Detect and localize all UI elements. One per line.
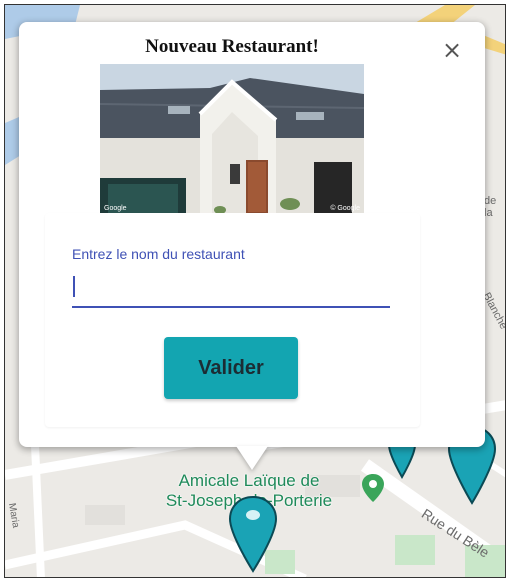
map-marker-icon[interactable] — [387, 445, 417, 479]
submit-button[interactable]: Valider — [164, 337, 298, 399]
map-marker-icon[interactable] — [227, 495, 279, 573]
street-view-attribution-left: Google — [104, 205, 127, 212]
map-poi-icon[interactable] — [361, 473, 385, 503]
info-window-title: Nouveau Restaurant! — [145, 36, 319, 57]
street-view-image[interactable]: Google © Google — [100, 64, 364, 214]
poi-label-line1: Amicale Laïque de — [178, 471, 320, 490]
info-window-tail — [236, 446, 268, 470]
text-cursor — [73, 276, 75, 297]
restaurant-name-input[interactable] — [72, 268, 390, 308]
restaurant-name-label: Entrez le nom du restaurant — [72, 246, 245, 262]
road-label-de-la: de la — [484, 195, 497, 219]
street-view-picture — [100, 64, 364, 214]
street-view-attribution-right: © Google — [330, 205, 360, 212]
close-button[interactable]: × — [437, 38, 467, 64]
